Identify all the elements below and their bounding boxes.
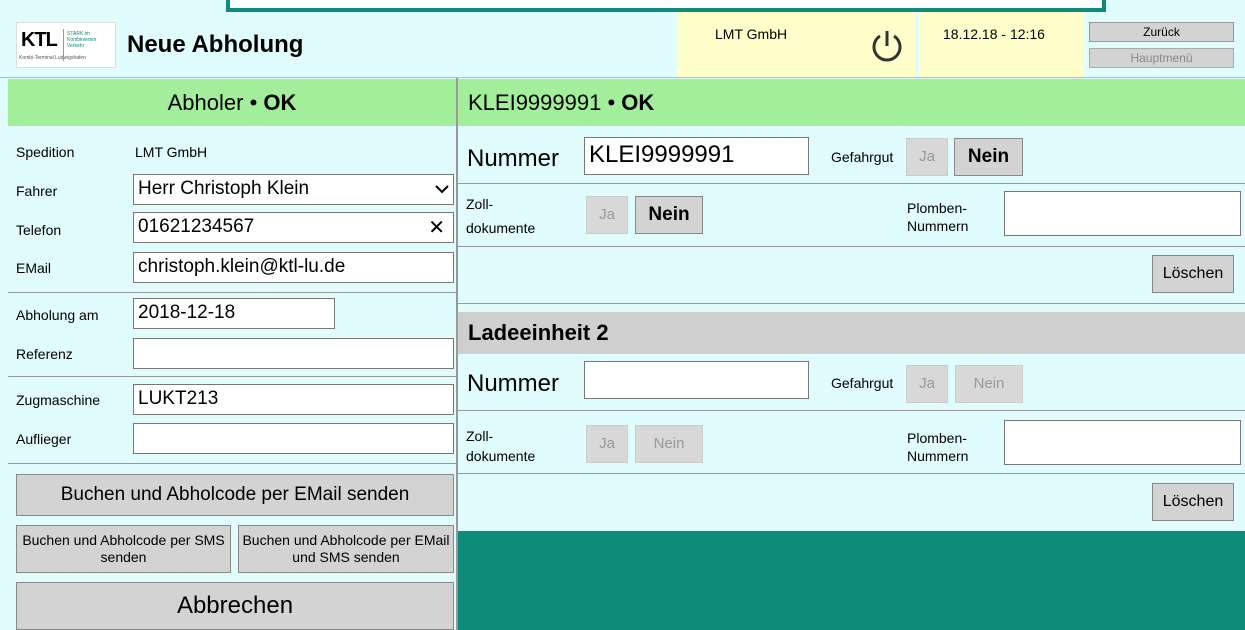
datetime: 18.12.18 - 12:16 [943,26,1045,42]
unit2-nummer-label: Nummer [467,370,560,397]
unit1-zoll-ja-button[interactable]: Ja [586,196,628,234]
unit2-zoll-nein-button[interactable]: Nein [635,425,703,463]
ktl-logo: KTL Kombi-Terminal Ludwigshafen STARK im… [16,22,116,68]
page-title: Neue Abholung [127,31,304,58]
logo-divider [63,29,64,61]
unit1-nummer-value: KLEI9999991 [589,141,735,168]
unit1-nummer-input[interactable]: KLEI9999991 [584,137,809,175]
top-frame-decoration [226,0,1106,12]
unit1-heading-status: OK [621,90,655,115]
unit2-heading: Ladeeinheit 2 [458,312,1245,354]
company-name: LMT GmbH [715,26,788,42]
zugmaschine-label: Zugmaschine [16,392,101,408]
book-sms-button[interactable]: Buchen und Abholcode per SMS senden [16,525,231,573]
zugmaschine-input-value: LUKT213 [138,388,219,409]
unit1-gefahrgut-nein-button[interactable]: Nein [954,138,1023,176]
fahrer-select-value: Herr Christoph Klein [138,178,310,199]
unit1-nummer-label: Nummer [467,145,560,172]
unit1-plomben-label-line1: Plomben- [907,200,967,216]
unit2-plomben-input[interactable] [1004,420,1241,465]
abholung-date-value: 2018-12-18 [138,302,236,323]
empty-area [458,531,1245,630]
unit1-zoll-label-line1: Zoll- [466,196,494,212]
datetime-box [919,12,1084,77]
clear-icon[interactable]: ✕ [428,216,445,240]
spedition-label: Spedition [16,144,75,160]
book-email-sms-button[interactable]: Buchen und Abholcode per EMail und SMS s… [238,525,454,573]
unit2-gefahrgut-ja-button[interactable]: Ja [906,365,948,403]
divider [8,376,456,377]
divider [8,292,456,293]
pickup-person-heading-name: Abholer [167,90,244,115]
logo-text: KTL [21,29,58,51]
telefon-input[interactable]: 01621234567 ✕ [133,212,454,243]
divider [458,410,1245,411]
unit2-plomben-label-line1: Plomben- [907,430,967,446]
book-email-button[interactable]: Buchen und Abholcode per EMail senden [16,474,454,516]
fahrer-label: Fahrer [16,183,58,199]
back-button[interactable]: Zurück [1089,22,1234,42]
abholung-date-input[interactable]: 2018-12-18 [133,298,335,329]
unit2-zoll-label-line1: Zoll- [466,428,494,444]
cancel-button[interactable]: Abbrechen [16,582,454,630]
fahrer-select[interactable]: Herr Christoph Klein [133,174,454,205]
pickup-person-heading-status: OK [263,90,297,115]
power-icon[interactable] [867,26,907,66]
divider [458,473,1245,474]
unit1-plomben-label-line2: Nummern [907,218,969,234]
email-input[interactable]: christoph.klein@ktl-lu.de [133,252,454,283]
email-input-value: christoph.klein@ktl-lu.de [138,256,346,277]
zugmaschine-input[interactable]: LUKT213 [133,384,454,415]
unit2-gefahrgut-nein-button[interactable]: Nein [955,365,1023,403]
unit1-zoll-nein-button[interactable]: Nein [635,196,703,234]
logo-subtext: Kombi-Terminal Ludwigshafen [19,55,86,61]
telefon-label: Telefon [16,222,62,238]
divider [458,183,1245,184]
pickup-person-heading: Abholer • OK [8,79,456,126]
chevron-down-icon[interactable] [433,179,451,199]
unit2-zoll-label-line2: dokumente [466,448,536,464]
referenz-input[interactable] [133,338,454,369]
auflieger-label: Auflieger [16,431,72,447]
unit1-gefahrgut-label: Gefahrgut [831,149,894,165]
unit1-heading-number: KLEI9999991 [468,90,602,115]
logo-stark-text: STARK im Kombinierten Verkehr [67,31,97,49]
unit1-plomben-input[interactable] [1004,191,1241,236]
auflieger-input[interactable] [133,423,454,454]
unit1-delete-button[interactable]: Löschen [1152,255,1234,293]
divider [458,246,1245,247]
divider [8,463,456,464]
main-menu-button[interactable]: Hauptmenü [1089,48,1234,68]
unit1-gefahrgut-ja-button[interactable]: Ja [906,138,948,176]
abholung-label: Abholung am [16,307,99,323]
unit2-gefahrgut-label: Gefahrgut [831,375,894,391]
unit2-delete-button[interactable]: Löschen [1152,483,1234,521]
unit2-plomben-label-line2: Nummern [907,448,969,464]
unit1-heading: KLEI9999991 • OK [458,79,1245,126]
referenz-label: Referenz [16,346,73,362]
divider [458,303,1245,304]
unit1-zoll-label-line2: dokumente [466,220,536,236]
unit2-zoll-ja-button[interactable]: Ja [586,425,628,463]
unit2-nummer-input[interactable] [584,361,809,399]
email-label: EMail [16,260,52,276]
telefon-input-value: 01621234567 [138,216,255,237]
spedition-value: LMT GmbH [135,144,208,160]
